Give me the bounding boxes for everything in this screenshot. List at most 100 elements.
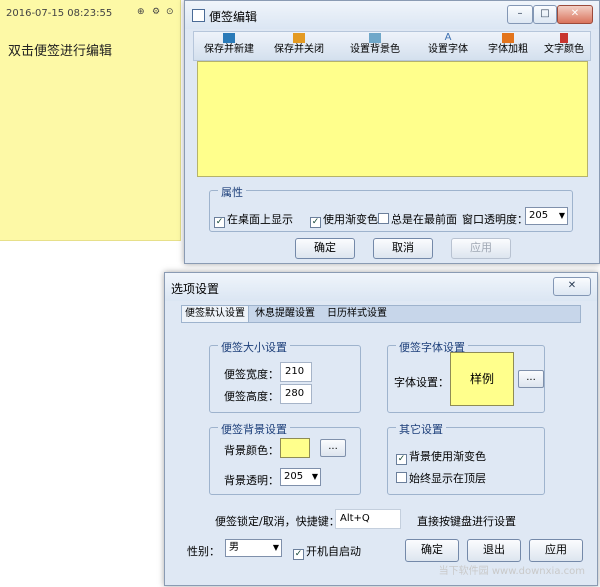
size-group: 便签大小设置 便签宽度： 210 便签高度： 280	[209, 339, 361, 413]
always-top-checkbox[interactable]: 始终显示在顶层	[396, 470, 486, 486]
text-color-button[interactable]: 文字颜色	[538, 32, 590, 60]
background-color-icon	[369, 33, 381, 43]
options-apply-button[interactable]: 应用	[529, 539, 583, 562]
hotkey-input[interactable]: Alt+Q	[335, 509, 401, 529]
save-new-icon	[223, 33, 235, 43]
unchecked-box-icon	[378, 213, 389, 224]
note-close-icon[interactable]: ⊙	[166, 7, 174, 17]
save-close-label: 保存并关闭	[274, 44, 324, 55]
note-editor-window: 便签编辑 – □ ✕ 保存并新建 保存并关闭 设置背景色 A 设置字体 字体加粗…	[184, 0, 600, 264]
bg-color-browse-button[interactable]: ...	[320, 439, 346, 457]
tab-calendar-style[interactable]: 日历样式设置	[324, 306, 390, 322]
gender-label: 性别：	[187, 545, 220, 558]
other-group: 其它设置 ✓ 背景使用渐变色 始终显示在顶层	[387, 421, 545, 495]
font-label: 设置字体	[428, 44, 468, 55]
bold-icon	[502, 33, 514, 43]
opacity-select[interactable]: 205 ▼	[525, 207, 568, 225]
watermark: 当下软件园 www.downxia.com	[438, 566, 585, 577]
save-close-icon	[293, 33, 305, 43]
options-ok-button[interactable]: 确定	[405, 539, 459, 562]
bg-color-label: 背景颜色：	[224, 444, 279, 457]
height-input[interactable]: 280	[280, 384, 312, 404]
background-color-button[interactable]: 设置背景色	[342, 32, 408, 60]
properties-title: 属性	[218, 184, 246, 200]
font-setting-label: 字体设置：	[394, 376, 449, 389]
bg-color-swatch[interactable]	[280, 438, 310, 458]
apply-button[interactable]: 应用	[451, 238, 511, 259]
tab-default-settings[interactable]: 便签默认设置	[182, 306, 249, 322]
background-group-title: 便签背景设置	[218, 421, 290, 437]
bg-gradient-label: 背景使用渐变色	[409, 450, 486, 463]
options-close-button[interactable]: ✕	[553, 277, 591, 296]
show-desktop-checkbox[interactable]: ✓ 在桌面上显示	[214, 211, 293, 228]
hotkey-hint: 直接按键盘进行设置	[417, 515, 516, 528]
size-group-title: 便签大小设置	[218, 339, 290, 355]
options-window: 选项设置 ✕ 便签默认设置 休息提醒设置 日历样式设置 便签大小设置 便签宽度：…	[164, 272, 598, 586]
note-hint-text: 双击便签进行编辑	[8, 44, 113, 59]
save-close-button[interactable]: 保存并关闭	[266, 32, 332, 60]
gender-select[interactable]: 男 ▼	[225, 539, 282, 557]
note-settings-icon[interactable]: ⚙	[152, 7, 160, 17]
bg-opacity-value: 205	[284, 471, 304, 482]
options-tabbar: 便签默认设置 休息提醒设置 日历样式设置	[181, 305, 581, 323]
background-color-label: 设置背景色	[350, 44, 400, 55]
show-desktop-label: 在桌面上显示	[227, 213, 293, 226]
other-group-title: 其它设置	[396, 421, 446, 437]
font-icon: A	[444, 32, 452, 43]
close-button[interactable]: ✕	[557, 5, 593, 24]
font-browse-button[interactable]: ...	[518, 370, 544, 388]
width-label: 便签宽度：	[224, 368, 279, 381]
autostart-label: 开机自启动	[306, 545, 361, 558]
note-add-icon[interactable]: ⊕	[137, 7, 145, 17]
font-group: 便签字体设置 字体设置： 样例 ...	[387, 339, 545, 413]
bold-label: 字体加粗	[488, 44, 528, 55]
font-sample: 样例	[450, 352, 514, 406]
check-icon: ✓	[310, 217, 321, 228]
save-new-button[interactable]: 保存并新建	[196, 32, 262, 60]
always-front-checkbox[interactable]: 总是在最前面	[378, 211, 457, 227]
properties-group: 属性 ✓ 在桌面上显示 ✓ 使用渐变色 总是在最前面 窗口透明度： 205 ▼	[209, 184, 573, 232]
use-gradient-checkbox[interactable]: ✓ 使用渐变色	[310, 211, 378, 228]
bold-button[interactable]: 字体加粗	[482, 32, 534, 60]
use-gradient-label: 使用渐变色	[323, 213, 378, 226]
sticky-note[interactable]: 2016-07-15 08:23:55 ⊕ ⚙ ⊙ 双击便签进行编辑	[0, 0, 181, 241]
chevron-down-icon: ▼	[311, 472, 318, 481]
width-input[interactable]: 210	[280, 362, 312, 382]
cancel-button[interactable]: 取消	[373, 238, 433, 259]
app-icon	[192, 9, 205, 22]
opacity-value: 205	[529, 210, 549, 221]
autostart-checkbox[interactable]: ✓ 开机自启动	[293, 543, 361, 560]
editor-titlebar[interactable]: 便签编辑 – □ ✕	[185, 1, 599, 29]
note-timestamp: 2016-07-15 08:23:55	[6, 8, 113, 19]
check-icon: ✓	[293, 549, 304, 560]
height-label: 便签高度：	[224, 390, 279, 403]
font-button[interactable]: A 设置字体	[420, 32, 476, 60]
gender-value: 男	[229, 542, 239, 553]
chevron-down-icon: ▼	[558, 211, 565, 220]
options-exit-button[interactable]: 退出	[467, 539, 521, 562]
check-icon: ✓	[214, 217, 225, 228]
tab-rest-reminder[interactable]: 休息提醒设置	[252, 306, 318, 322]
options-title: 选项设置	[171, 282, 220, 296]
editor-toolbar: 保存并新建 保存并关闭 设置背景色 A 设置字体 字体加粗 文字颜色	[193, 31, 591, 61]
options-titlebar[interactable]: 选项设置 ✕	[165, 273, 597, 301]
maximize-button[interactable]: □	[533, 5, 557, 24]
note-text-area[interactable]	[197, 61, 588, 177]
hotkey-label: 便签锁定/取消，快捷键：	[215, 515, 340, 528]
editor-title: 便签编辑	[209, 10, 258, 24]
ok-button[interactable]: 确定	[295, 238, 355, 259]
bg-opacity-select[interactable]: 205 ▼	[280, 468, 321, 486]
text-color-icon	[560, 33, 568, 43]
bg-gradient-checkbox[interactable]: ✓ 背景使用渐变色	[396, 448, 486, 465]
chevron-down-icon: ▼	[272, 543, 279, 552]
unchecked-box-icon	[396, 472, 407, 483]
background-group: 便签背景设置 背景颜色： ... 背景透明： 205 ▼	[209, 421, 361, 495]
opacity-label: 窗口透明度：	[462, 213, 528, 226]
always-top-label: 始终显示在顶层	[409, 472, 486, 485]
bg-opacity-label: 背景透明：	[224, 474, 279, 487]
check-icon: ✓	[396, 454, 407, 465]
always-front-label: 总是在最前面	[391, 213, 457, 226]
minimize-button[interactable]: –	[507, 5, 533, 24]
save-new-label: 保存并新建	[204, 44, 254, 55]
text-color-label: 文字颜色	[544, 44, 584, 55]
